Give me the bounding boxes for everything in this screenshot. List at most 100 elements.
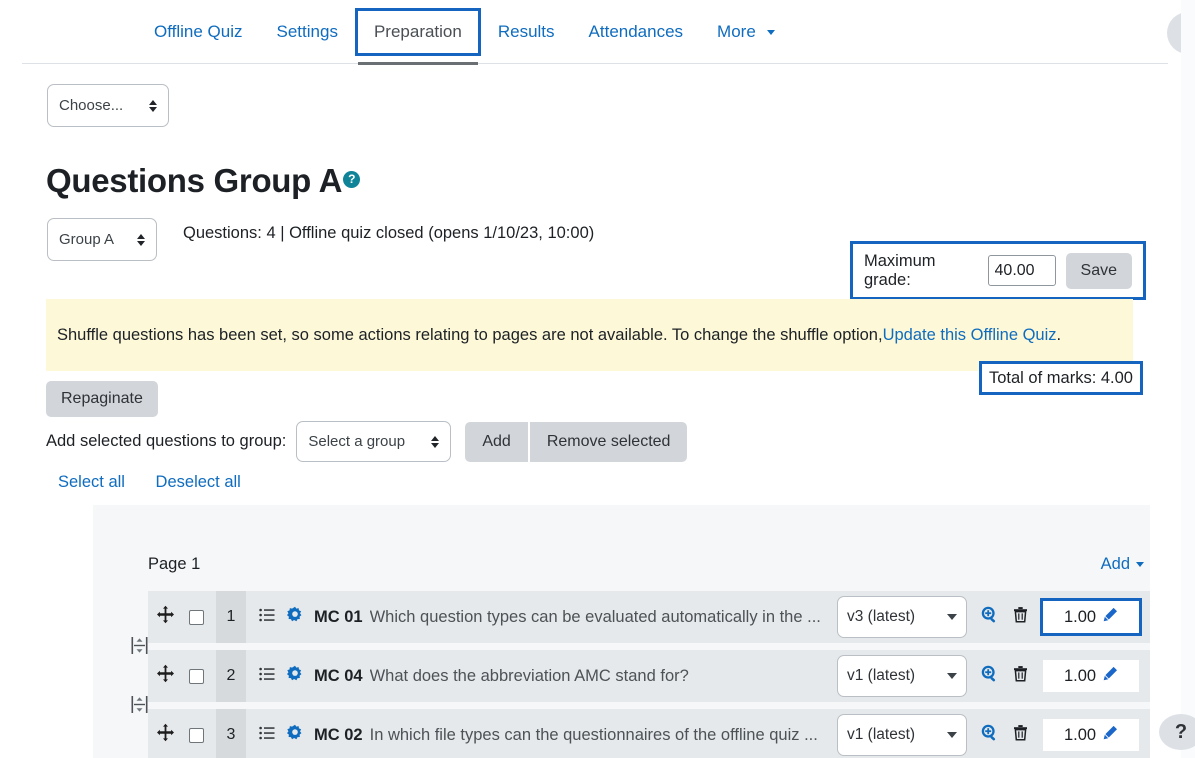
page-break-join-icon[interactable] — [131, 695, 148, 719]
tab-preparation[interactable]: Preparation — [354, 8, 481, 65]
version-select-value: v1 (latest) — [847, 667, 916, 684]
table-row: 2 MC 04 What does the abbreviation AMC s… — [148, 650, 1150, 702]
tab-attendances[interactable]: Attendances — [575, 12, 698, 52]
maximum-grade-label: Maximum grade: — [864, 251, 936, 289]
version-select[interactable]: v3 (latest) — [837, 596, 967, 638]
target-group-select[interactable]: Select a group — [296, 421, 452, 462]
page-label: Page 1 — [148, 555, 201, 573]
table-row: 3 MC 02 In which file types can the ques… — [148, 709, 1150, 758]
question-mark-value: 1.00 — [1063, 725, 1097, 744]
add-button[interactable]: Add — [465, 421, 528, 462]
add-question-label: Add — [1100, 555, 1130, 573]
move-icon[interactable] — [152, 605, 178, 629]
shuffle-notice-text: Shuffle questions has been set, so some … — [57, 325, 883, 344]
page-title: Questions Group A? — [46, 162, 361, 200]
question-number: 3 — [216, 709, 246, 758]
tab-more[interactable]: More — [703, 12, 788, 52]
maximum-grade-panel: Maximum grade: Save — [850, 241, 1146, 300]
list-icon[interactable] — [259, 607, 275, 628]
delete-icon[interactable] — [1012, 606, 1029, 628]
offline-quiz-preparation-page: Offline Quiz Settings Preparation Result… — [0, 0, 1195, 758]
tab-more-label: More — [717, 22, 756, 41]
tab-settings-label: Settings — [276, 22, 338, 41]
tab-settings[interactable]: Settings — [263, 12, 352, 52]
page-break-join-icon[interactable] — [131, 636, 148, 660]
row-checkbox[interactable] — [189, 727, 204, 743]
version-select[interactable]: v1 (latest) — [837, 655, 967, 697]
chevron-down-icon — [947, 673, 957, 679]
edit-pencil-icon — [1102, 607, 1118, 628]
version-select-value: v1 (latest) — [847, 726, 916, 743]
shuffle-notice: Shuffle questions has been set, so some … — [46, 299, 1133, 371]
question-text: What does the abbreviation AMC stand for… — [369, 666, 689, 685]
question-mark-box[interactable]: 1.00 — [1040, 598, 1142, 636]
version-select[interactable]: v1 (latest) — [837, 714, 967, 756]
preview-icon[interactable] — [981, 606, 999, 629]
shuffle-notice-period: . — [1056, 325, 1062, 344]
gear-icon[interactable] — [286, 606, 304, 629]
add-selected-questions-row: Add selected questions to group: Select … — [46, 421, 688, 462]
updown-arrows-icon — [137, 233, 145, 246]
preview-icon[interactable] — [981, 665, 999, 688]
selection-links: Select all Deselect all — [58, 473, 241, 492]
delete-icon[interactable] — [1012, 724, 1029, 746]
gear-icon[interactable] — [286, 665, 304, 688]
row-checkbox[interactable] — [189, 609, 204, 625]
question-code: MC 02 — [314, 725, 363, 744]
question-text: Which question types can be evaluated au… — [369, 607, 821, 626]
chevron-down-icon — [1136, 562, 1144, 568]
page-scrollbar[interactable] — [1181, 0, 1195, 758]
chevron-down-icon — [947, 614, 957, 620]
edit-pencil-icon — [1102, 725, 1118, 746]
add-selected-label: Add selected questions to group: — [46, 432, 287, 450]
tab-results-label: Results — [497, 22, 555, 41]
page-title-text: Questions Group A — [46, 162, 343, 199]
row-checkbox[interactable] — [189, 668, 204, 684]
chevron-down-icon — [766, 30, 775, 36]
question-mark-value: 1.00 — [1063, 666, 1097, 685]
delete-icon[interactable] — [1012, 665, 1029, 687]
primary-navigation: Offline Quiz Settings Preparation Result… — [0, 0, 1168, 65]
total-of-marks: Total of marks: 4.00 — [979, 361, 1143, 395]
chevron-down-icon — [947, 732, 957, 738]
tab-offline-quiz[interactable]: Offline Quiz — [140, 12, 257, 52]
tab-attendances-label: Attendances — [588, 22, 684, 41]
target-group-value: Select a group — [308, 433, 406, 450]
list-icon[interactable] — [259, 725, 275, 746]
preview-icon[interactable] — [981, 724, 999, 747]
question-mark-box[interactable]: 1.00 — [1043, 719, 1139, 751]
tab-results[interactable]: Results — [484, 12, 569, 52]
question-mark-box[interactable]: 1.00 — [1043, 660, 1139, 692]
question-list-container: Page 1 Add 1 MC 01 Which question types … — [93, 505, 1150, 758]
choose-select[interactable]: Choose... — [47, 84, 169, 127]
page-header-row: Page 1 Add — [148, 555, 1150, 574]
select-all-link[interactable]: Select all — [58, 473, 125, 491]
question-text: In which file types can the questionnair… — [369, 725, 818, 744]
question-number: 2 — [216, 650, 246, 702]
question-mark-icon[interactable]: ? — [343, 170, 361, 188]
move-icon[interactable] — [152, 664, 178, 688]
list-icon[interactable] — [259, 666, 275, 687]
deselect-all-link[interactable]: Deselect all — [156, 473, 241, 491]
tab-preparation-label: Preparation — [373, 22, 462, 41]
remove-selected-button[interactable]: Remove selected — [529, 421, 688, 462]
edit-pencil-icon — [1102, 666, 1118, 687]
repaginate-button[interactable]: Repaginate — [46, 381, 158, 417]
table-row: 1 MC 01 Which question types can be eval… — [148, 591, 1150, 643]
update-offline-quiz-link[interactable]: Update this Offline Quiz — [883, 326, 1057, 345]
updown-arrows-icon — [431, 435, 440, 448]
question-code: MC 01 — [314, 607, 363, 626]
updown-arrows-icon — [149, 99, 157, 112]
quiz-status-info: Questions: 4 | Offline quiz closed (open… — [183, 224, 595, 242]
move-icon[interactable] — [152, 723, 178, 747]
group-select[interactable]: Group A — [47, 218, 157, 261]
help-button[interactable]: ? — [1159, 714, 1195, 750]
question-number: 1 — [216, 591, 246, 643]
question-mark-value: 1.00 — [1063, 607, 1097, 626]
maximum-grade-input[interactable] — [987, 255, 1056, 286]
group-select-value: Group A — [59, 231, 115, 248]
add-question-menu[interactable]: Add — [1101, 555, 1144, 574]
tab-offline-quiz-label: Offline Quiz — [154, 22, 243, 41]
save-maximum-grade-button[interactable]: Save — [1065, 252, 1132, 289]
gear-icon[interactable] — [286, 724, 304, 747]
